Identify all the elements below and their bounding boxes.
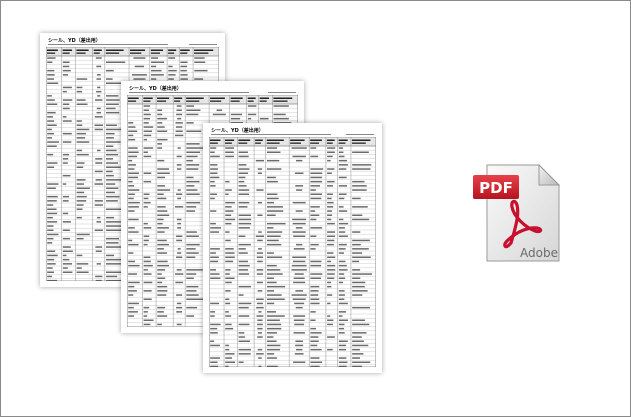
document-page-3: シール、YD（差出用） (203, 123, 382, 373)
document-table (209, 137, 376, 367)
document-subtitle-line (211, 134, 331, 135)
document-date-line (268, 92, 296, 93)
pdf-badge-label: PDF (479, 179, 513, 197)
document-title: シール、YD（差出用） (211, 128, 264, 134)
document-subtitle-line (48, 44, 168, 45)
pdf-file-icon: PDF Adobe (473, 163, 561, 262)
document-title: シール、YD（差出用） (48, 38, 101, 44)
document-title: シール、YD（差出用） (129, 86, 182, 92)
document-subtitle-line (129, 92, 249, 93)
adobe-brand-text: Adobe (520, 246, 558, 260)
document-date-line (189, 44, 217, 45)
preview-frame: シール、YD（差出用） シール、YD（差出用） シール、YD（差出用） PDF … (0, 0, 631, 417)
document-date-line (346, 134, 374, 135)
